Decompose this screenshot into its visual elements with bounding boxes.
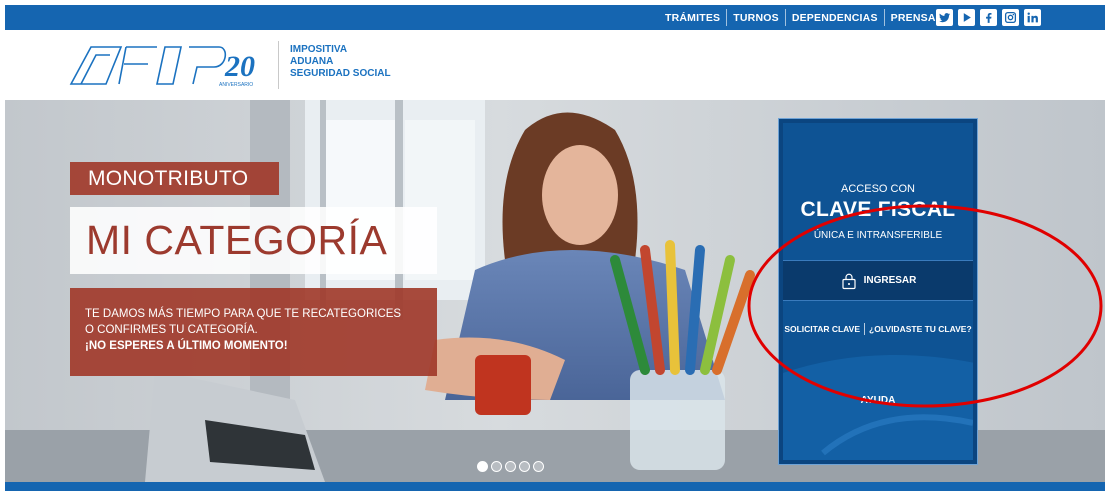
nav-divider xyxy=(883,9,885,26)
hero-bottom-bar xyxy=(5,482,1105,491)
slider-dot-2[interactable] xyxy=(491,461,502,472)
subtitle-seguridad-social: SEGURIDAD SOCIAL xyxy=(290,68,391,79)
clave-fiscal-panel-inner: ACCESO CON CLAVE FISCAL ÚNICA E INTRANSF… xyxy=(783,123,973,460)
login-subtitle: ÚNICA E INTRANSFERIBLE xyxy=(813,230,943,241)
promo-text-line1: TE DAMOS MÁS TIEMPO PARA QUE TE RECATEGO… xyxy=(85,308,402,320)
top-nav-links: TRÁMITES TURNOS DEPENDENCIAS PRENSA xyxy=(665,5,949,30)
afip-logo[interactable]: 20 ANIVERSARIO xyxy=(69,42,265,88)
hero-slider[interactable]: MONOTRIBUTO MI CATEGORÍA TE DAMOS MÁS TI… xyxy=(5,100,1105,482)
nav-dependencias[interactable]: DEPENDENCIAS xyxy=(792,12,878,24)
promo-text-strong: ¡NO ESPERES A ÚLTIMO MOMENTO! xyxy=(85,340,288,352)
nav-tramites[interactable]: TRÁMITES xyxy=(665,12,720,24)
youtube-icon[interactable] xyxy=(958,9,975,26)
slider-dots xyxy=(477,461,544,472)
login-links: SOLICITAR CLAVE ¿OLVIDASTE TU CLAVE? xyxy=(783,323,973,335)
logo-divider xyxy=(278,41,279,89)
slider-dot-3[interactable] xyxy=(505,461,516,472)
ingresar-button[interactable]: INGRESAR xyxy=(783,260,973,301)
solicitar-clave-link[interactable]: SOLICITAR CLAVE xyxy=(784,324,860,334)
promo-label: MONOTRIBUTO xyxy=(70,162,279,195)
slider-dot-4[interactable] xyxy=(519,461,530,472)
svg-text:ANIVERSARIO: ANIVERSARIO xyxy=(219,82,253,88)
login-title: CLAVE FISCAL xyxy=(800,198,956,221)
clave-fiscal-panel: ACCESO CON CLAVE FISCAL ÚNICA E INTRANSF… xyxy=(778,118,978,465)
promo-title[interactable]: MI CATEGORÍA xyxy=(70,207,437,274)
subtitle-impositiva: IMPOSITIVA xyxy=(290,44,348,55)
top-nav-bar: TRÁMITES TURNOS DEPENDENCIAS PRENSA xyxy=(5,5,1105,30)
slider-dot-1[interactable] xyxy=(477,461,488,472)
nav-divider xyxy=(784,9,786,26)
logo-subtitles: IMPOSITIVA ADUANA SEGURIDAD SOCIAL xyxy=(290,44,391,80)
promo-text-line2: O CONFIRMES TU CATEGORÍA. xyxy=(85,324,258,336)
nav-turnos[interactable]: TURNOS xyxy=(733,12,779,24)
site-header: 20 ANIVERSARIO IMPOSITIVA ADUANA SEGURID… xyxy=(5,30,1105,100)
promo-description[interactable]: TE DAMOS MÁS TIEMPO PARA QUE TE RECATEGO… xyxy=(70,288,437,376)
ayuda-link[interactable]: AYUDA xyxy=(783,395,973,406)
nav-prensa[interactable]: PRENSA xyxy=(891,12,936,24)
slider-dot-5[interactable] xyxy=(533,461,544,472)
svg-text:20: 20 xyxy=(224,50,255,83)
olvidaste-clave-link[interactable]: ¿OLVIDASTE TU CLAVE? xyxy=(869,324,972,334)
twitter-icon[interactable] xyxy=(936,9,953,26)
login-pre-title: ACCESO CON xyxy=(841,183,915,195)
ingresar-label: INGRESAR xyxy=(863,275,917,286)
instagram-icon[interactable] xyxy=(1002,9,1019,26)
social-icons xyxy=(936,9,1041,26)
nav-divider xyxy=(726,9,728,26)
lock-icon xyxy=(841,273,856,289)
subtitle-aduana: ADUANA xyxy=(290,56,334,67)
facebook-icon[interactable] xyxy=(980,9,997,26)
links-divider xyxy=(864,323,866,335)
linkedin-icon[interactable] xyxy=(1024,9,1041,26)
